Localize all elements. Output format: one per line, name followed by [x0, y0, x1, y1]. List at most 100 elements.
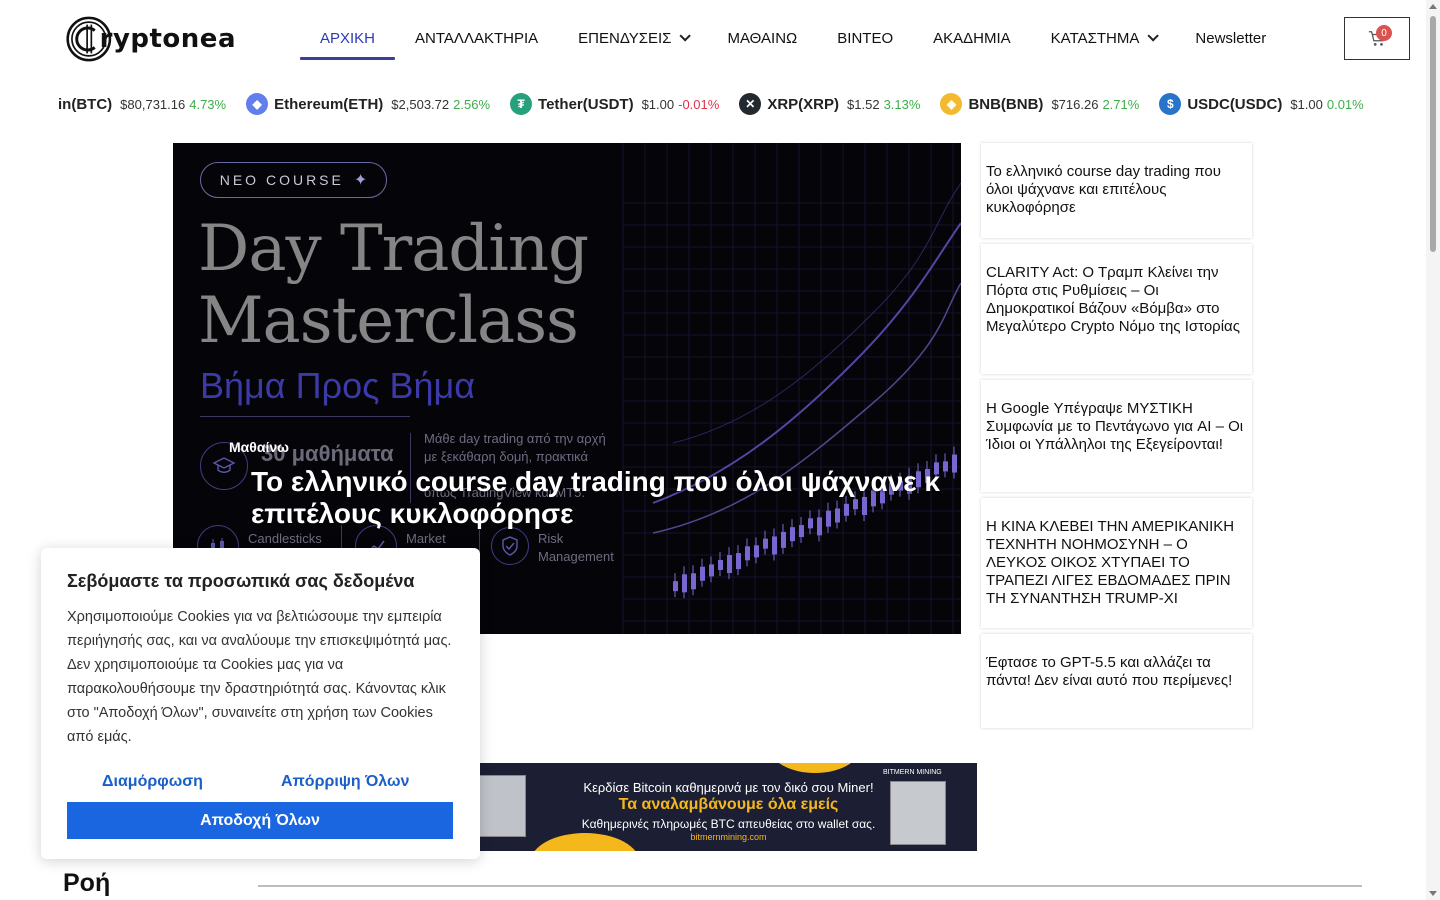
feature-risk-management: Risk Management — [538, 530, 614, 566]
ticker-item[interactable]: in(BTC) $80,731.16 4.73% — [58, 96, 226, 113]
ticker-item[interactable]: ✕ XRP(XRP) $1.52 3.13% — [739, 93, 920, 115]
cart-button[interactable]: 0 — [1344, 17, 1410, 60]
site-logo[interactable]: ryptonea — [66, 11, 236, 67]
cookie-title: Σεβόμαστε τα προσωπικά σας δεδομένα — [67, 571, 415, 591]
bitmern-mining-ad-banner[interactable]: BITMERN MINING Κερδίσε Bitcoin καθημεριν… — [480, 763, 977, 851]
page-scrollbar[interactable] — [1426, 0, 1440, 900]
bnb-icon: ◈ — [940, 93, 963, 115]
cookie-body-text: Χρησιμοποιούμε Cookies για να βελτιώσουμ… — [67, 609, 452, 745]
banner-line1: Κερδίσε Bitcoin καθημερινά με τον δικό σ… — [583, 780, 874, 795]
hero-post-title[interactable]: Το ελληνικό course day trading που όλοι … — [251, 466, 951, 530]
ticker-price: $80,731.16 — [120, 96, 186, 112]
side-news-list: Το ελληνικό course day trading που όλοι … — [981, 143, 1252, 734]
hero-desc-line1: Μάθε day trading από την αρχή — [424, 431, 606, 446]
hero-desc-line2: με ξεκάθαρη δομή, πρακτικά — [424, 449, 589, 464]
nav-item-3[interactable]: ΜΑΘΑΙΝΩ — [707, 16, 817, 60]
feature-risk-label: Risk — [538, 531, 564, 546]
side-news-title: CLARITY Act: Ο Τραμπ Κλείνει την Πόρτα σ… — [986, 264, 1240, 335]
feature-candlesticks: Candlesticks — [248, 531, 322, 546]
hero-subheadline: Βήμα Προς Βήμα — [200, 365, 476, 406]
ticker-name: XRP(XRP) — [767, 95, 840, 113]
ticker-change: 2.56% — [453, 96, 491, 112]
ticker-name: USDC(USDC) — [1187, 95, 1283, 113]
new-course-badge-label: NEO COURSE — [219, 172, 344, 188]
nav-item-label: ΑΡΧΙΚΗ — [320, 29, 376, 47]
scrollbar-thumb[interactable] — [1430, 16, 1436, 252]
ticker-price: $716.26 — [1051, 96, 1099, 112]
hero-headline-line2: Masterclass — [198, 284, 579, 358]
side-news-card[interactable]: Η ΚΙΝΑ ΚΛΕΒΕΙ ΤΗΝ ΑΜΕΡΙΚΑΝΙΚΗ ΤΕΧΝΗΤΗ ΝΟ… — [981, 498, 1252, 628]
ticker-name: Ethereum(ETH) — [274, 95, 384, 113]
nav-item-label: ΑΚΑΔΗΜΙΑ — [933, 29, 1011, 47]
ticker-item[interactable]: ₮ Tether(USDT) $1.00 -0.01% — [510, 93, 719, 115]
sparkle-icon: ✦ — [353, 172, 368, 189]
ticker-item[interactable]: ◈ BNB(BNB) $716.26 2.71% — [940, 93, 1139, 115]
nav-item-6[interactable]: ΚΑΤΑΣΤΗΜΑ — [1031, 16, 1176, 60]
nav-item-label: ΚΑΤΑΣΤΗΜΑ — [1050, 29, 1140, 47]
shield-check-icon — [491, 527, 529, 565]
side-news-card[interactable]: Το ελληνικό course day trading που όλοι … — [981, 143, 1252, 238]
feature-market: Market — [406, 531, 446, 546]
side-news-title: Το ελληνικό course day trading που όλοι … — [986, 163, 1221, 216]
chevron-down-icon — [679, 30, 692, 42]
ticker-change: -0.01% — [678, 96, 720, 112]
side-news-title: Έφτασε το GPT-5.5 και αλλάζει τα πάντα! … — [986, 654, 1233, 689]
banner-line3: Καθημερινές πληρωμές BTC απευθείας στο w… — [581, 817, 876, 831]
nav-item-0[interactable]: ΑΡΧΙΚΗ — [300, 16, 396, 60]
nav-item-4[interactable]: ΒΙΝΤΕΟ — [817, 16, 913, 60]
ticker-price: $1.52 — [847, 96, 880, 112]
side-news-title: Η Google Υπέγραψε ΜΥΣΤΙΚΗ Συμφωνία με το… — [986, 400, 1244, 453]
ticker-change: 4.73% — [189, 96, 227, 112]
hero-category-label[interactable]: Μαθαίνω — [229, 439, 289, 455]
ticker-change: 2.71% — [1102, 96, 1140, 112]
cookie-reject-all-button[interactable]: Απόρριψη Όλων — [281, 773, 409, 791]
hero-divider — [200, 416, 410, 417]
crypto-price-ticker: in(BTC) $80,731.16 4.73% ◆ Ethereum(ETH) $2,5… — [58, 86, 1364, 122]
side-news-card[interactable]: Η Google Υπέγραψε ΜΥΣΤΙΚΗ Συμφωνία με το… — [981, 380, 1252, 492]
nav-item-label: ΕΠΕΝΔΥΣΕΙΣ — [578, 29, 672, 47]
ticker-price: $1.00 — [1290, 96, 1323, 112]
cookie-accept-all-button[interactable]: Αποδοχή Όλων — [67, 802, 453, 839]
logo-text: ryptonea — [99, 24, 236, 54]
ticker-change: 3.13% — [883, 96, 921, 112]
side-news-card[interactable]: Έφτασε το GPT-5.5 και αλλάζει τα πάντα! … — [981, 634, 1252, 728]
cookie-customize-button[interactable]: Διαμόρφωση — [102, 773, 203, 791]
ticker-price: $2,503.72 — [391, 96, 450, 112]
ticker-name: BNB(BNB) — [968, 95, 1044, 113]
hero-course-headline: Day Trading Masterclass — [198, 212, 589, 358]
cookie-consent-dialog: Σεβόμαστε τα προσωπικά σας δεδομένα Χρησ… — [41, 548, 480, 859]
usdc-icon: $ — [1159, 93, 1182, 115]
nav-item-5[interactable]: ΑΚΑΔΗΜΙΑ — [913, 16, 1031, 60]
ticker-name: Tether(USDT) — [538, 95, 634, 113]
hero-headline-line1: Day Trading — [198, 212, 589, 286]
tether-icon: ₮ — [510, 93, 533, 115]
new-course-badge: NEO COURSE ✦ — [200, 162, 387, 198]
scroll-up-arrow-icon[interactable] — [1429, 4, 1437, 9]
banner-brand-logo: BITMERN MINING — [883, 769, 942, 776]
main-nav: ΑΡΧΙΚΗ ΑΝΤΑΛΛΑΚΤΗΡΙΑ ΕΠΕΝΔΥΣΕΙΣ ΜΑΘΑΙΝΩ ΒΙΝΤ… — [300, 16, 1286, 60]
cart-count-badge: 0 — [1376, 25, 1392, 41]
side-news-title: Η ΚΙΝΑ ΚΛΕΒΕΙ ΤΗΝ ΑΜΕΡΙΚΑΝΙΚΗ ΤΕΧΝΗΤΗ ΝΟ… — [986, 518, 1235, 607]
nav-item-label: ΜΑΘΑΙΝΩ — [727, 29, 798, 47]
banner-url: bitmernmining.com — [690, 832, 767, 842]
section-divider — [258, 885, 1362, 887]
ticker-item[interactable]: $ USDC(USDC) $1.00 0.01% — [1159, 93, 1364, 115]
ticker-item[interactable]: ◆ Ethereum(ETH) $2,503.72 2.56% — [246, 93, 490, 115]
ticker-change: 0.01% — [1326, 96, 1364, 112]
nav-item-label: Newsletter — [1195, 29, 1267, 47]
chevron-down-icon — [1147, 30, 1160, 42]
nav-item-2[interactable]: ΕΠΕΝΔΥΣΕΙΣ — [558, 16, 707, 60]
ticker-name: in(BTC) — [58, 95, 113, 113]
banner-decor-arc — [770, 763, 860, 773]
side-news-card[interactable]: CLARITY Act: Ο Τραμπ Κλείνει την Πόρτα σ… — [981, 244, 1252, 374]
feature-management-label: Management — [538, 549, 614, 564]
scroll-down-arrow-icon[interactable] — [1429, 891, 1437, 896]
feed-section-title: Ροή — [63, 869, 111, 897]
banner-line2: Τα αναλαμβάνουμε όλα εμείς — [618, 796, 839, 813]
ethereum-icon: ◆ — [246, 93, 269, 115]
nav-item-7[interactable]: Newsletter — [1175, 16, 1286, 60]
ticker-price: $1.00 — [641, 96, 675, 112]
nav-item-1[interactable]: ΑΝΤΑΛΛΑΚΤΗΡΙΑ — [395, 16, 558, 60]
nav-item-label: ΒΙΝΤΕΟ — [837, 29, 894, 47]
page: ryptonea ΑΡΧΙΚΗ ΑΝΤΑΛΛΑΚΤΗΡΙΑ ΕΠΕΝΔΥΣΕΙΣ ΜΑ… — [0, 0, 1440, 900]
